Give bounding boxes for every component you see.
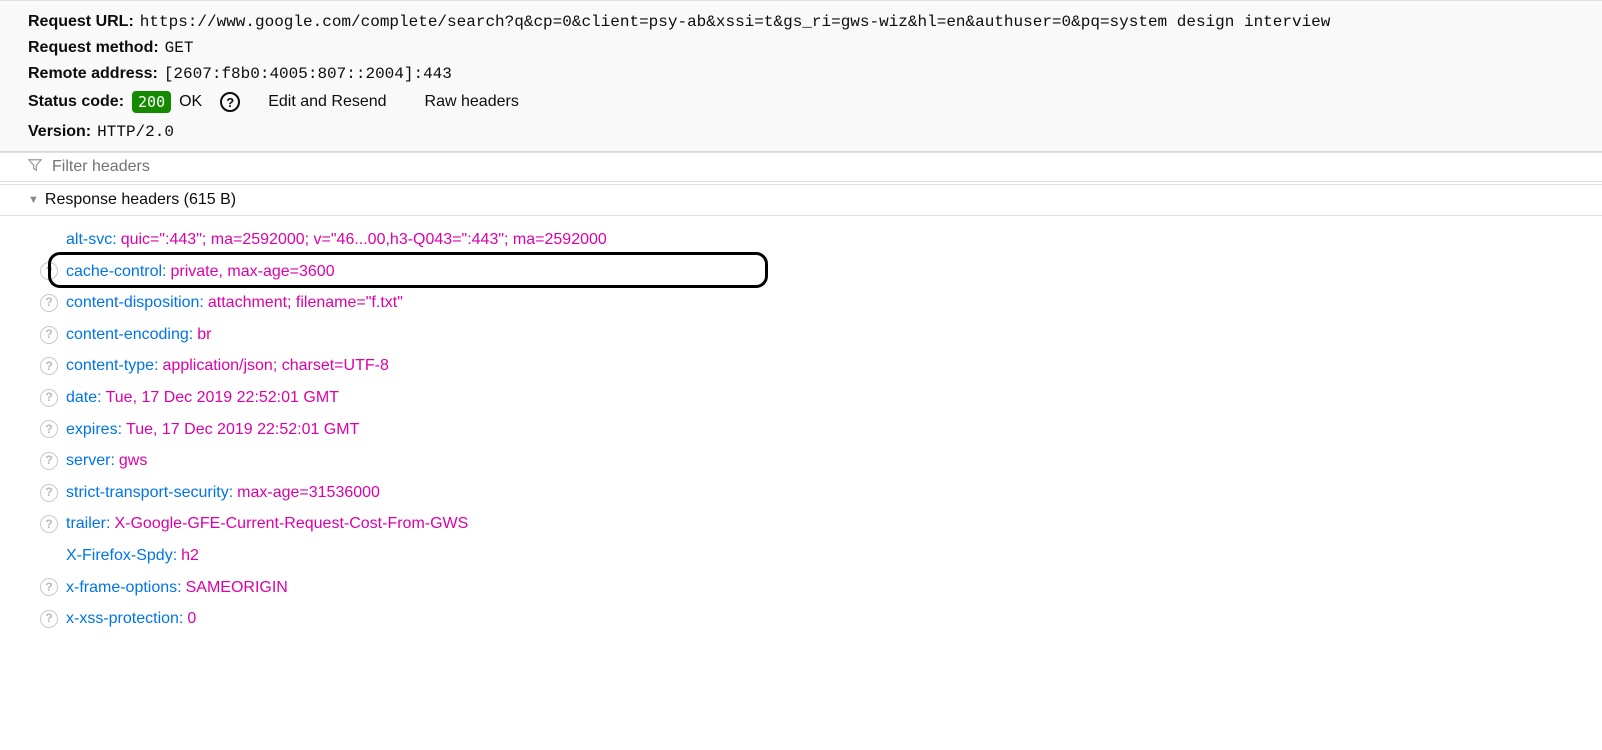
header-help-icon[interactable]: ? — [40, 610, 58, 628]
header-name: X-Firefox-Spdy — [66, 547, 177, 564]
header-row: ? cache-controlprivate, max-age=3600 — [0, 256, 1602, 288]
header-help-icon[interactable]: ? — [40, 484, 58, 502]
header-row: alt-svcquic=":443"; ma=2592000; v="46...… — [0, 224, 1602, 256]
header-value: quic=":443"; ma=2592000; v="46...00,h3-Q… — [121, 231, 607, 248]
header-row: ? content-dispositionattachment; filename… — [0, 287, 1602, 319]
header-entry: expiresTue, 17 Dec 2019 22:52:01 GMT — [66, 417, 359, 443]
version-label: Version: — [28, 123, 91, 141]
edit-and-resend-button[interactable]: Edit and Resend — [258, 93, 396, 111]
header-row: ? content-encodingbr — [0, 319, 1602, 351]
header-entry: content-typeapplication/json; charset=UT… — [66, 353, 389, 379]
header-help-icon[interactable]: ? — [40, 357, 58, 375]
request-method-value: GET — [165, 39, 194, 57]
header-entry: dateTue, 17 Dec 2019 22:52:01 GMT — [66, 385, 339, 411]
header-value: 0 — [187, 610, 196, 627]
header-row: ? trailerX-Google-GFE-Current-Request-Cos… — [0, 508, 1602, 540]
filter-headers-input[interactable] — [50, 157, 450, 177]
header-help-icon[interactable]: ? — [40, 515, 58, 533]
header-help-icon[interactable]: ? — [40, 294, 58, 312]
status-code-label: Status code: — [28, 93, 124, 111]
header-value: X-Google-GFE-Current-Request-Cost-From-G… — [114, 515, 468, 532]
header-name: content-disposition — [66, 294, 204, 311]
remote-address-value: [2607:f8b0:4005:807::2004]:443 — [164, 65, 452, 83]
remote-address-row: Remote address: [2607:f8b0:4005:807::200… — [28, 65, 1574, 83]
header-value: Tue, 17 Dec 2019 22:52:01 GMT — [126, 421, 359, 438]
header-entry: X-Firefox-Spdyh2 — [66, 543, 199, 569]
header-entry: servergws — [66, 448, 147, 474]
header-name: date — [66, 389, 102, 406]
twisty-down-icon: ▼ — [28, 194, 39, 206]
request-summary-panel: Request URL: https://www.google.com/comp… — [0, 0, 1602, 152]
status-help-icon[interactable]: ? — [220, 92, 240, 112]
version-value: HTTP/2.0 — [97, 123, 174, 141]
header-row: ? expiresTue, 17 Dec 2019 22:52:01 GMT — [0, 414, 1602, 446]
header-help-icon[interactable]: ? — [40, 262, 58, 280]
header-value: br — [197, 326, 211, 343]
header-row: ? x-frame-optionsSAMEORIGIN — [0, 572, 1602, 604]
header-name: content-type — [66, 357, 159, 374]
header-entry: strict-transport-securitymax-age=3153600… — [66, 480, 380, 506]
filter-headers-bar — [0, 152, 1602, 182]
header-row: ? strict-transport-securitymax-age=315360… — [0, 477, 1602, 509]
status-row: Status code: 200 OK ? Edit and Resend Ra… — [28, 91, 1574, 113]
request-url-label: Request URL: — [28, 13, 134, 31]
header-name: expires — [66, 421, 122, 438]
header-row: ? content-typeapplication/json; charset=U… — [0, 350, 1602, 382]
header-entry: x-frame-optionsSAMEORIGIN — [66, 575, 288, 601]
request-url-value: https://www.google.com/complete/search?q… — [140, 13, 1331, 31]
response-headers-section-header[interactable]: ▼ Response headers (615 B) — [0, 184, 1602, 216]
header-entry: content-dispositionattachment; filename=… — [66, 290, 403, 316]
header-entry: trailerX-Google-GFE-Current-Request-Cost… — [66, 511, 468, 537]
version-row: Version: HTTP/2.0 — [28, 123, 1574, 141]
header-name: trailer — [66, 515, 110, 532]
header-value: Tue, 17 Dec 2019 22:52:01 GMT — [106, 389, 339, 406]
response-headers-label: Response headers (615 B) — [45, 191, 236, 209]
request-method-label: Request method: — [28, 39, 159, 57]
raw-headers-button[interactable]: Raw headers — [415, 93, 529, 111]
header-name: x-frame-options — [66, 579, 182, 596]
header-value: attachment; filename="f.txt" — [208, 294, 403, 311]
header-row: ? x-xss-protection0 — [0, 603, 1602, 635]
response-headers-list: alt-svcquic=":443"; ma=2592000; v="46...… — [0, 216, 1602, 645]
header-value: max-age=31536000 — [237, 484, 380, 501]
header-value: application/json; charset=UTF-8 — [163, 357, 389, 374]
header-entry: x-xss-protection0 — [66, 606, 196, 632]
header-name: x-xss-protection — [66, 610, 183, 627]
remote-address-label: Remote address: — [28, 65, 158, 83]
header-help-icon[interactable]: ? — [40, 326, 58, 344]
header-help-icon[interactable]: ? — [40, 452, 58, 470]
header-entry: content-encodingbr — [66, 322, 211, 348]
request-method-row: Request method: GET — [28, 39, 1574, 57]
header-entry: alt-svcquic=":443"; ma=2592000; v="46...… — [66, 227, 607, 253]
header-entry: cache-controlprivate, max-age=3600 — [66, 259, 335, 285]
request-url-row: Request URL: https://www.google.com/comp… — [28, 13, 1574, 31]
header-row: ? servergws — [0, 445, 1602, 477]
header-name: strict-transport-security — [66, 484, 233, 501]
header-help-spacer — [40, 231, 58, 249]
header-value: SAMEORIGIN — [186, 579, 288, 596]
header-row: ? dateTue, 17 Dec 2019 22:52:01 GMT — [0, 382, 1602, 414]
header-name: content-encoding — [66, 326, 193, 343]
header-row: X-Firefox-Spdyh2 — [0, 540, 1602, 572]
header-value: h2 — [181, 547, 199, 564]
header-value: gws — [119, 452, 147, 469]
status-text: OK — [179, 93, 202, 111]
header-help-icon[interactable]: ? — [40, 389, 58, 407]
header-help-spacer — [40, 547, 58, 565]
header-name: alt-svc — [66, 231, 117, 248]
status-code-badge: 200 — [132, 91, 171, 113]
header-name: cache-control — [66, 263, 167, 280]
filter-icon — [28, 158, 42, 177]
header-name: server — [66, 452, 115, 469]
header-help-icon[interactable]: ? — [40, 420, 58, 438]
header-value: private, max-age=3600 — [171, 263, 335, 280]
header-help-icon[interactable]: ? — [40, 578, 58, 596]
